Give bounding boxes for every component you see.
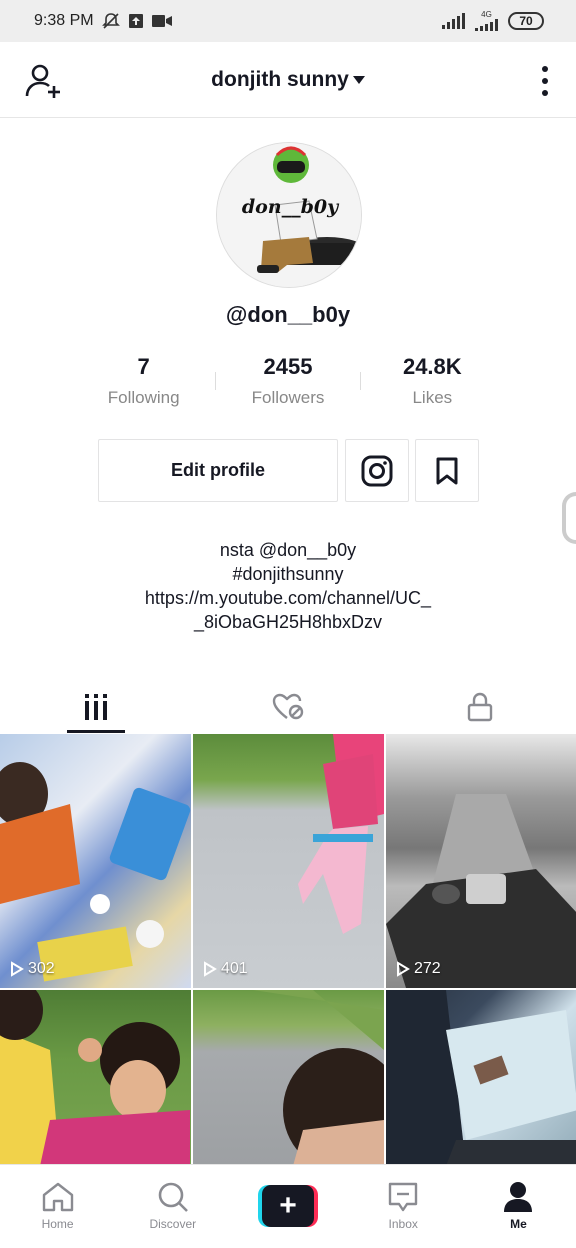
- thumbnail-image: [298, 734, 384, 934]
- view-count: 272: [396, 960, 441, 978]
- inbox-icon: [389, 1182, 418, 1212]
- stat-label: Followers: [251, 388, 325, 407]
- nav-label: Me: [510, 1217, 527, 1231]
- video-thumbnail[interactable]: 401: [193, 734, 384, 988]
- play-icon: [204, 961, 217, 977]
- avatar-image: don__b0y: [217, 143, 361, 287]
- profile-icon: [504, 1182, 533, 1212]
- nav-home[interactable]: Home: [0, 1165, 115, 1248]
- more-dot: [542, 66, 548, 72]
- bio-link[interactable]: _8iObaGH25H8hbxDzv: [0, 610, 576, 634]
- avatar-overlay-text: don__b0y: [242, 196, 340, 218]
- bio-line: nsta @don__b0y: [219, 540, 357, 560]
- thumbnail-image: [253, 990, 384, 1164]
- home-icon: [42, 1182, 73, 1212]
- tab-videos[interactable]: [0, 680, 192, 734]
- stat-value: 2455: [263, 354, 313, 379]
- nav-me[interactable]: Me: [461, 1165, 576, 1248]
- favorites-button[interactable]: [415, 439, 479, 502]
- stat-label: Following: [107, 388, 180, 407]
- stat-likes[interactable]: 24.8K Likes: [361, 354, 504, 414]
- side-edge-handle: [562, 492, 576, 544]
- account-name: donjith sunny: [211, 68, 349, 91]
- stat-value: 24.8K: [402, 354, 462, 379]
- thumbnail-image: [386, 990, 576, 1164]
- video-thumbnail[interactable]: [386, 990, 576, 1164]
- video-grid: 302 401 272: [0, 734, 576, 1164]
- thumbnail-image: [0, 762, 191, 982]
- plus-icon: +: [262, 1185, 314, 1227]
- stat-value: 7: [137, 354, 150, 379]
- tab-liked[interactable]: [192, 680, 384, 734]
- tab-private[interactable]: [384, 680, 576, 734]
- video-thumbnail[interactable]: 272: [386, 734, 576, 988]
- avatar[interactable]: don__b0y: [216, 142, 362, 288]
- upload-icon: [128, 14, 143, 28]
- view-count-value: 272: [414, 960, 441, 977]
- stat-label: Likes: [412, 388, 453, 407]
- content-tabs: [0, 680, 576, 734]
- status-left: 9:38 PM: [34, 12, 172, 30]
- signal-icon-2: [475, 19, 498, 31]
- bottom-navigation: Home Discover + Inbox Me: [0, 1164, 576, 1248]
- signal-icon: [442, 13, 465, 29]
- active-tab-indicator: [67, 730, 125, 733]
- more-options-button[interactable]: [540, 66, 550, 96]
- grid-icon: [85, 694, 107, 720]
- status-bar: 9:38 PM 4G 70: [0, 0, 576, 42]
- nav-inbox[interactable]: Inbox: [346, 1165, 461, 1248]
- mute-notification-icon: [101, 13, 120, 29]
- battery-indicator: 70: [508, 12, 544, 30]
- view-count-value: 401: [221, 960, 248, 977]
- network-type: 4G: [481, 10, 492, 19]
- view-count: 401: [203, 960, 248, 978]
- search-icon: [158, 1182, 188, 1212]
- lock-icon: [467, 692, 493, 722]
- view-count-value: 302: [28, 960, 55, 977]
- liked-hidden-icon: [272, 693, 304, 720]
- stat-following[interactable]: 7 Following: [72, 354, 215, 414]
- more-dot: [542, 78, 548, 84]
- profile-stats: 7 Following 2455 Followers 24.8K Likes: [72, 354, 504, 414]
- play-icon: [397, 961, 410, 977]
- nav-label: Inbox: [388, 1217, 418, 1231]
- username: @don__b0y: [225, 302, 351, 327]
- account-switcher[interactable]: donjith sunny: [0, 68, 576, 92]
- nav-create[interactable]: +: [230, 1165, 345, 1248]
- bio-line: #donjithsunny: [232, 564, 344, 584]
- play-icon: [11, 961, 24, 977]
- instagram-icon: [361, 455, 393, 486]
- video-thumbnail[interactable]: [193, 990, 384, 1164]
- video-thumbnail[interactable]: [0, 990, 191, 1164]
- thumbnail-image: [386, 794, 576, 988]
- edit-profile-button[interactable]: Edit profile: [98, 439, 338, 502]
- stat-followers[interactable]: 2455 Followers: [216, 354, 359, 414]
- caret-down-icon: [352, 76, 365, 85]
- status-time: 9:38 PM: [34, 12, 94, 29]
- video-thumbnail[interactable]: 302: [0, 734, 191, 988]
- profile-bio: nsta @don__b0y #donjithsunny https://m.y…: [0, 538, 576, 634]
- thumbnail-image: [0, 990, 190, 1164]
- create-button[interactable]: +: [258, 1185, 318, 1227]
- status-right: 4G 70: [442, 11, 544, 31]
- nav-label: Home: [41, 1217, 74, 1231]
- bookmark-icon: [436, 457, 458, 484]
- nav-discover[interactable]: Discover: [115, 1165, 230, 1248]
- bio-link[interactable]: https://m.youtube.com/channel/UC_: [0, 586, 576, 610]
- more-dot: [542, 90, 548, 96]
- video-camera-icon: [151, 15, 172, 27]
- view-count: 302: [10, 960, 55, 978]
- profile-header: donjith sunny: [0, 42, 576, 118]
- instagram-button[interactable]: [345, 439, 409, 502]
- nav-label: Discover: [149, 1217, 197, 1231]
